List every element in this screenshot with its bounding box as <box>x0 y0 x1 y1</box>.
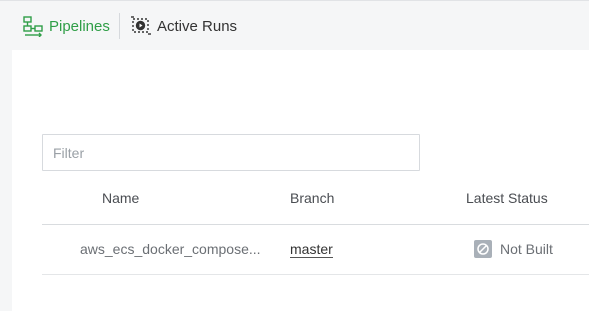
column-header-name[interactable]: Name <box>102 190 139 206</box>
not-built-icon <box>474 240 492 258</box>
column-header-latest-status[interactable]: Latest Status <box>466 190 548 206</box>
pipeline-name[interactable]: aws_ecs_docker_compose... <box>80 241 274 257</box>
pipelines-panel: Name Branch Latest Status aws_ecs_docker… <box>12 50 589 311</box>
tab-active-runs[interactable]: Active Runs <box>130 12 237 40</box>
column-header-branch[interactable]: Branch <box>290 190 334 206</box>
status-label: Not Built <box>500 241 553 257</box>
filter-input[interactable] <box>42 134 420 171</box>
tab-pipelines[interactable]: Pipelines <box>22 12 110 40</box>
top-nav-bar: Pipelines Active Runs <box>0 0 589 50</box>
row-divider <box>42 274 589 275</box>
status-cell: Not Built <box>474 240 553 258</box>
table-row[interactable]: aws_ecs_docker_compose... master Not Bui… <box>42 225 589 274</box>
pipelines-icon <box>22 15 44 38</box>
tab-pipelines-label: Pipelines <box>49 17 110 35</box>
active-runs-icon <box>130 15 152 37</box>
tab-divider <box>119 13 120 39</box>
branch-link[interactable]: master <box>290 241 333 258</box>
tab-active-runs-label: Active Runs <box>157 17 238 35</box>
